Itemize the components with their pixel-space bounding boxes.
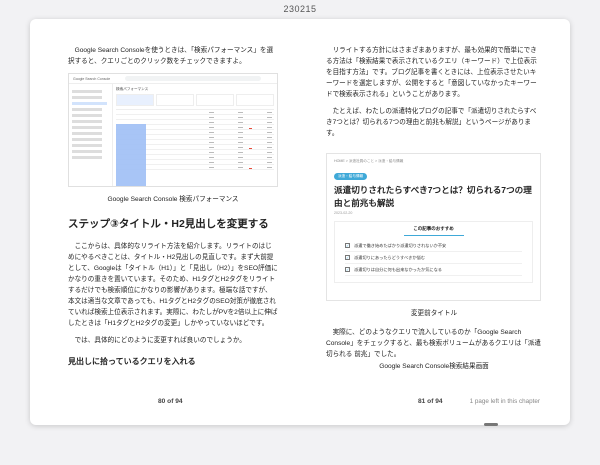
blog-toc: この記事のおすすめ ✓ 派遣で働き始めたばかり派遣切りされないか不安 ✓ 派遣切…	[334, 221, 533, 283]
chapter-progress: 1 page left in this chapter	[469, 398, 540, 405]
left-body: ここからは、具体的なリライト方法を紹介します。リライトのはじめにやるべきことは、…	[68, 243, 278, 327]
book-spread: Google Search Consoleを使うときは、「検索パフォーマンス」を…	[30, 19, 570, 425]
right-para-3-caption: Google Search Console検索結果画面	[379, 363, 489, 370]
right-para-1: リライトする方針にはさまざまありますが、最も効果的で簡単にできる方法は「検索結果…	[326, 47, 537, 98]
left-followup: では、具体的にどのように変更すれば良いのでしょうか。	[74, 337, 246, 344]
search-console-topbar: Google Search Console	[69, 74, 277, 84]
left-intro: Google Search Consoleを使うときは、「検索パフォーマンス」を…	[68, 47, 274, 65]
list-item: ✓ 派遣切りは自分に何も出来なかったか気になる	[345, 264, 522, 276]
query-highlight-block	[116, 124, 146, 186]
blog-category-tag: 派遣・給与情報	[334, 173, 368, 180]
section-heading: ステップ③タイトル・H2見出しを変更する	[68, 218, 269, 230]
search-console-screenshot: Google Search Console 検索パフォーマンス	[68, 73, 278, 187]
left-figure-caption: Google Search Console 検索パフォーマンス	[107, 196, 239, 203]
red-indicator	[249, 148, 252, 150]
search-console-metric-cards	[116, 94, 274, 106]
list-item: ✓ 派遣で働き始めたばかり派遣切りされないか不安	[345, 240, 522, 252]
page-scroll-indicator[interactable]	[484, 423, 498, 426]
search-console-sidebar	[69, 84, 113, 186]
list-item: ✓ 派遣切りにあったらどうすべきか悩む	[345, 252, 522, 264]
blog-breadcrumb: HOME > 派遣社員のこと > 派遣・給与情報	[334, 159, 404, 163]
red-indicator	[249, 128, 252, 130]
right-figure-caption: 変更前タイトル	[410, 310, 458, 317]
left-page[interactable]: Google Search Consoleを使うときは、「検索パフォーマンス」を…	[30, 19, 300, 425]
window-title: 230215	[283, 4, 317, 14]
right-para-2: たとえば、わたしの派遣特化ブログの記事で「派遣切りされたらすべき7つとは？切られ…	[326, 108, 537, 137]
blog-date: 2023-02-20	[334, 211, 353, 215]
right-page-number: 81 of 94	[418, 398, 443, 405]
right-page[interactable]: リライトする方針にはさまざまありますが、最も効果的で簡単にできる方法は「検索結果…	[300, 19, 570, 425]
red-indicator	[249, 168, 252, 170]
search-console-panel-title: 検索パフォーマンス	[116, 87, 149, 91]
blog-toc-heading: この記事のおすすめ	[403, 226, 464, 236]
blog-title: 派遣切りされたらすべき7つとは？切られる7つの理由と前兆も解説	[334, 185, 532, 208]
left-page-number: 80 of 94	[158, 398, 183, 405]
checkbox-icon: ✓	[345, 267, 350, 272]
search-console-search-bar	[125, 76, 261, 81]
checkbox-icon: ✓	[345, 255, 350, 260]
sub-heading: 見出しに拾っているクエリを入れる	[68, 357, 196, 366]
search-console-logo: Google Search Console	[73, 76, 111, 81]
right-para-3: 実際に、どのようなクエリで流入しているのか「Google Search Cons…	[326, 329, 541, 358]
checkbox-icon: ✓	[345, 243, 350, 248]
blog-screenshot: HOME > 派遣社員のこと > 派遣・給与情報 派遣・給与情報 派遣切りされた…	[326, 153, 541, 301]
